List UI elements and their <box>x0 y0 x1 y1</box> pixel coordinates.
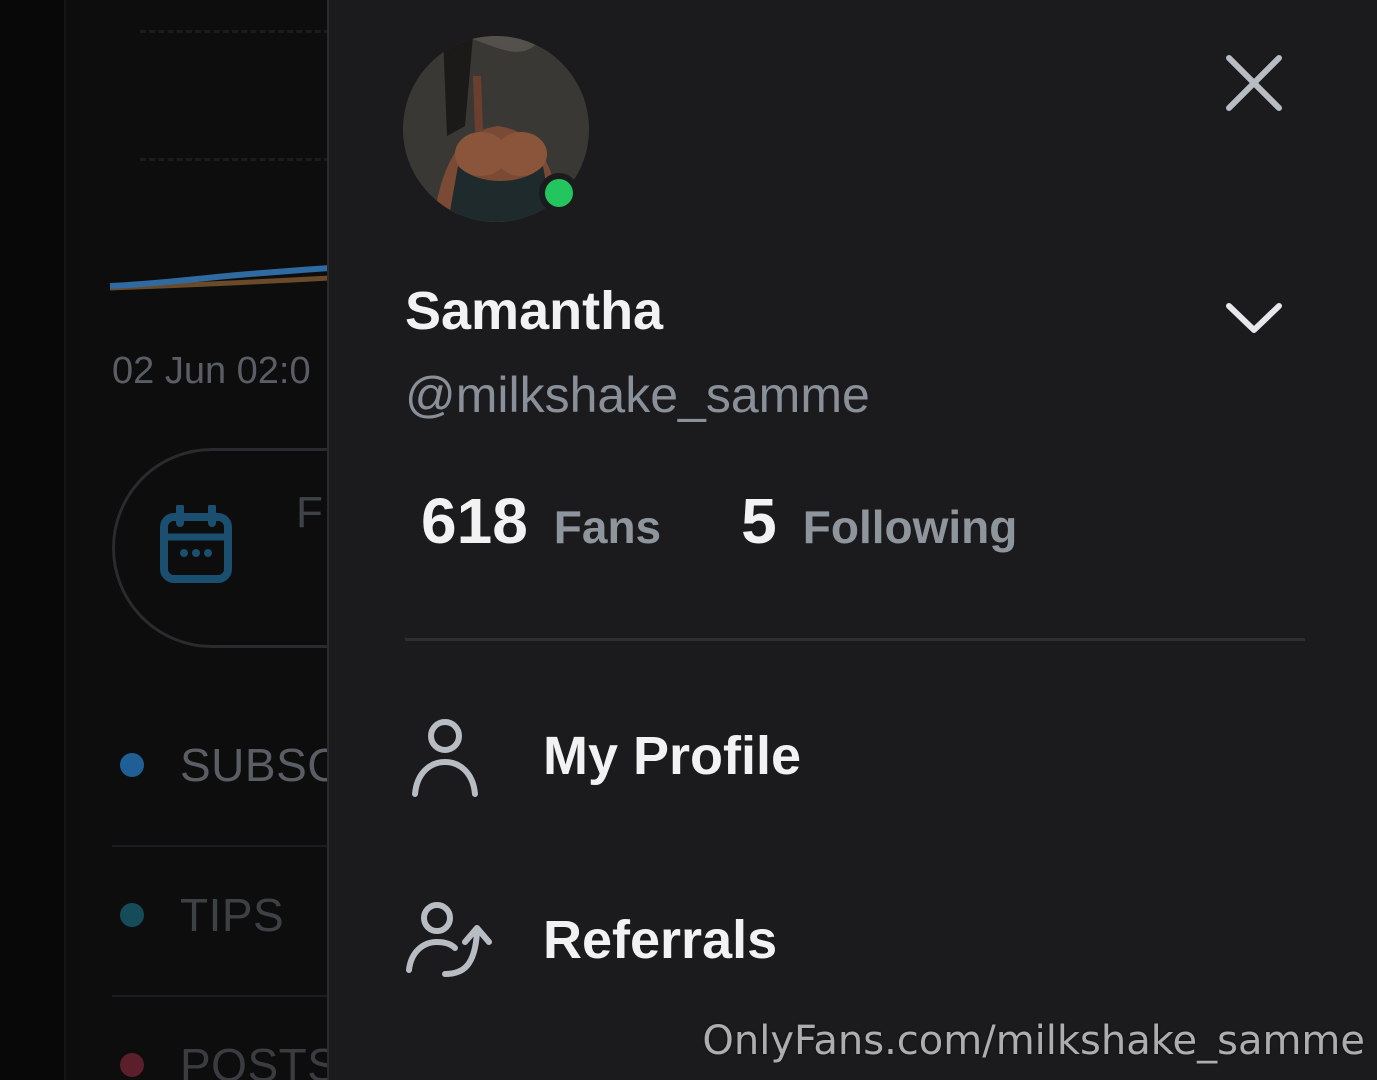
profile-handle: @milkshake_samme <box>405 367 870 423</box>
calendar-icon <box>160 505 232 583</box>
menu-item-label: My Profile <box>543 726 802 786</box>
profile-stats: 618 Fans 5 Following <box>421 484 1017 558</box>
legend-label: TIPS <box>180 889 285 941</box>
legend-divider <box>112 845 330 847</box>
earnings-chart <box>109 265 330 291</box>
legend-label: POSTS <box>180 1039 339 1080</box>
chart-gridline <box>140 30 330 33</box>
legend-divider <box>112 995 330 997</box>
watermark: OnlyFans.com/milkshake_samme <box>702 1018 1365 1064</box>
left-rail <box>0 0 66 1080</box>
chart-gridline <box>140 158 330 161</box>
legend-item-subscriptions: SUBSC <box>120 738 341 792</box>
profile-name: Samantha <box>405 281 664 341</box>
online-status-dot <box>539 173 579 213</box>
chart-date-label: 02 Jun 02:0 <box>112 350 311 392</box>
legend-label: SUBSC <box>180 739 341 791</box>
menu-item-my-profile[interactable]: My Profile <box>405 696 1305 816</box>
chevron-down-icon[interactable] <box>1219 288 1289 348</box>
statistics-page-background: 02 Jun 02:0 F SUBSC TIPS POSTS <box>0 0 512 1080</box>
menu-item-referrals[interactable]: Referrals <box>405 880 1305 1000</box>
app-screen: 02 Jun 02:0 F SUBSC TIPS POSTS Samantha … <box>0 0 1377 1080</box>
menu-item-label: Referrals <box>543 910 778 970</box>
legend-dot <box>120 903 144 927</box>
legend-item-tips: TIPS <box>120 888 284 942</box>
legend-dot <box>120 1053 144 1077</box>
following-count[interactable]: 5 <box>741 484 777 558</box>
fans-count[interactable]: 618 <box>421 484 528 558</box>
legend-item-posts: POSTS <box>120 1038 338 1080</box>
referral-icon <box>406 902 492 977</box>
legend-dot <box>120 753 144 777</box>
user-icon <box>412 719 478 797</box>
fans-label[interactable]: Fans <box>554 500 661 554</box>
following-label[interactable]: Following <box>803 500 1018 554</box>
account-drawer: Samantha @milkshake_samme 618 Fans 5 Fol… <box>327 0 1377 1080</box>
drawer-divider <box>405 638 1305 641</box>
close-icon[interactable] <box>1219 48 1289 118</box>
date-filter-label: F <box>296 488 323 537</box>
